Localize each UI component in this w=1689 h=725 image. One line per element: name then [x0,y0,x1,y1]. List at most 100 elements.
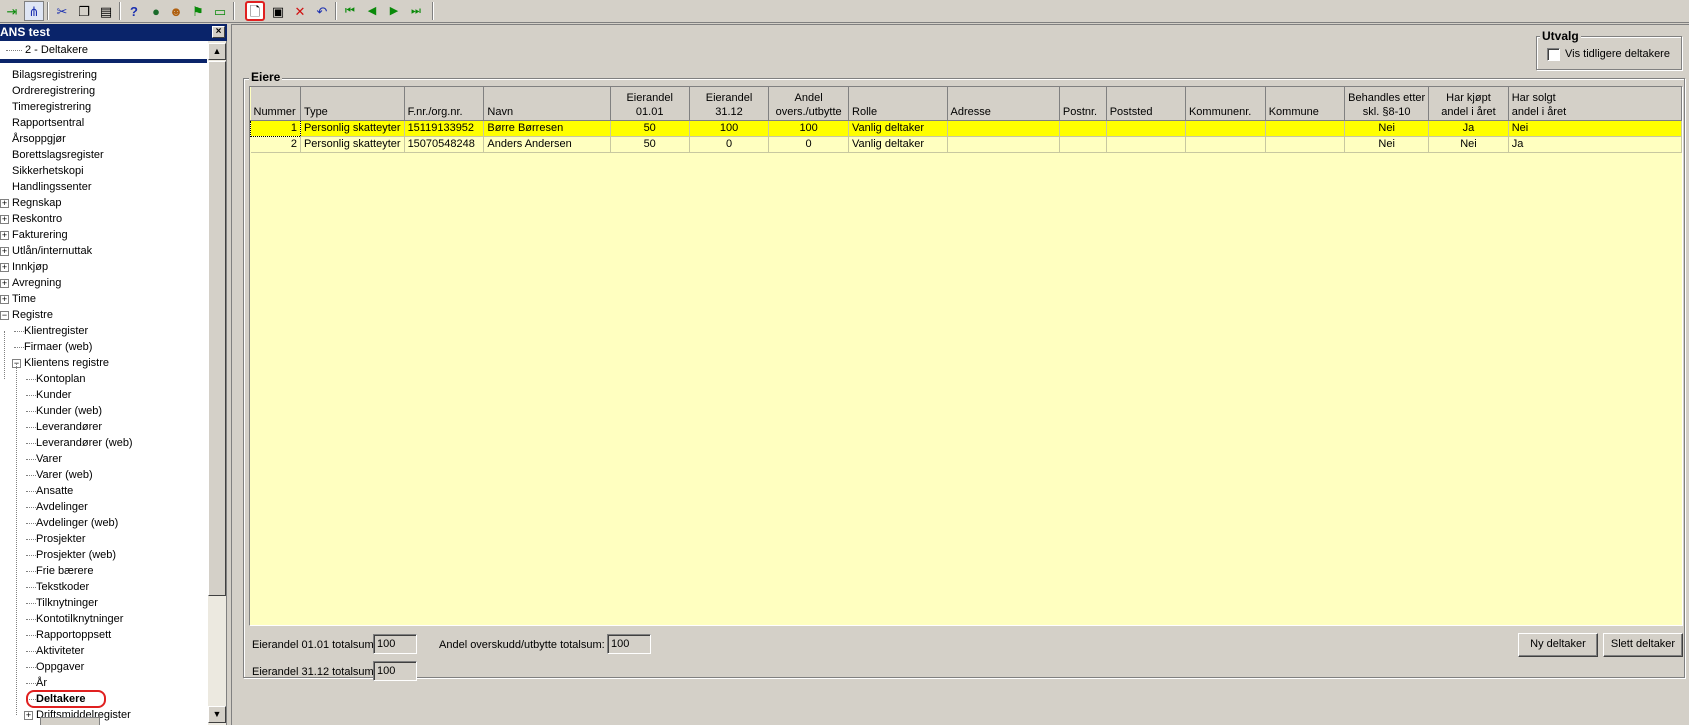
table-cell[interactable]: Ja [1508,136,1683,153]
tree-expander-icon[interactable]: + [0,279,9,288]
close-icon[interactable]: × [212,26,225,38]
tree-item-prosjekter-web-[interactable]: Prosjekter (web) [36,547,116,563]
login-arrow-icon[interactable]: ⇥ [2,1,22,21]
table-cell[interactable] [1106,136,1186,153]
delete-x-icon[interactable]: ✕ [290,1,310,21]
column-header-nummer[interactable]: Nummer [250,87,301,121]
slett-deltaker-button[interactable]: Slett deltaker [1603,633,1683,657]
tree-item-rapportsentral[interactable]: Rapportsentral [12,115,84,131]
first-record-icon[interactable]: ⏮ [340,1,360,21]
tree-item-kunder-web-[interactable]: Kunder (web) [36,403,102,419]
column-header-kommunenr-[interactable]: Kommunenr. [1185,87,1266,121]
tree-item-rapportoppsett[interactable]: Rapportoppsett [36,627,111,643]
table-cell[interactable]: Børre Børresen [483,120,611,137]
table-cell[interactable] [947,136,1060,153]
tree-item-leverandører-web-[interactable]: Leverandører (web) [36,435,133,451]
column-header-andel-i-ret[interactable]: Har kjøpt andel i året [1428,87,1509,121]
tree-item-regnskap[interactable]: Regnskap [12,195,62,211]
tree-item-sikkerhetskopi[interactable]: Sikkerhetskopi [12,163,84,179]
paste-icon[interactable]: ▤ [96,1,116,21]
table-cell[interactable] [1185,120,1266,137]
tree-item-firmaer-web-[interactable]: Firmaer (web) [24,339,92,355]
save-disk-icon[interactable]: ▣ [268,1,288,21]
table-cell[interactable]: 50 [610,136,690,153]
table-cell[interactable]: 100 [689,120,770,137]
undo-icon[interactable]: ↶ [312,1,332,21]
table-cell[interactable]: 1 [250,119,301,137]
tree-expander-icon[interactable]: + [0,295,9,304]
tree-item-borettslagsregister[interactable]: Borettslagsregister [12,147,104,163]
column-header-poststed[interactable]: Poststed [1106,87,1186,121]
previous-record-icon[interactable]: ◀ [362,1,382,21]
scroll-up-icon[interactable]: ▲ [208,43,226,60]
tree-structure-icon[interactable]: ⋔ [24,1,44,21]
tree-item-aktiviteter[interactable]: Aktiviteter [36,643,84,659]
table-cell[interactable]: Nei [1508,120,1683,137]
column-header-navn[interactable]: Navn [483,87,611,121]
column-header-adresse[interactable]: Adresse [947,87,1060,121]
flags-icon[interactable]: ⚑ [188,1,208,21]
tree-expander-icon[interactable]: − [0,311,9,320]
scrollbar-thumb[interactable] [208,61,226,596]
table-cell[interactable] [1265,136,1346,153]
column-header-rolle[interactable]: Rolle [848,87,948,121]
table-row[interactable]: 1 Personlig skatteyter 15119133952 Børre Bø… [250,119,1683,137]
tree-expander-icon[interactable]: + [0,231,9,240]
tree-item-avdelinger[interactable]: Avdelinger [36,499,88,515]
column-header-f-nr-org-nr-[interactable]: F.nr./org.nr. [404,87,485,121]
table-cell[interactable]: Ja [1428,120,1509,137]
column-header-31-12[interactable]: Eierandel 31.12 [689,87,770,121]
new-document-icon[interactable]: 🗋 [245,1,265,21]
tree-item-fakturering[interactable]: Fakturering [12,227,68,243]
table-cell[interactable]: Nei [1344,136,1430,153]
tree-item-avdelinger-web-[interactable]: Avdelinger (web) [36,515,118,531]
tree-item-time[interactable]: Time [12,291,36,307]
column-header-type[interactable]: Type [300,87,405,121]
tree-item-utlån-internuttak[interactable]: Utlån/internuttak [12,243,92,259]
table-cell[interactable] [1106,120,1186,137]
tree-expander-icon[interactable]: + [0,215,9,224]
tree-item-bilagsregistrering[interactable]: Bilagsregistrering [12,67,97,83]
copy-icon[interactable]: ❐ [74,1,94,21]
tree-expander-icon[interactable]: + [0,247,9,256]
table-cell[interactable]: 0 [768,136,850,153]
table-cell[interactable]: 100 [768,120,850,137]
tree-item-årsoppgjør[interactable]: Årsoppgjør [12,131,66,147]
tree-item-kontoplan[interactable]: Kontoplan [36,371,86,387]
tree-item-ansatte[interactable]: Ansatte [36,483,73,499]
vis-tidligere-checkbox[interactable] [1547,48,1560,61]
tree-item-kontotilknytninger[interactable]: Kontotilknytninger [36,611,123,627]
column-header-skl-8-10[interactable]: Behandles etter skl. §8-10 [1344,87,1430,121]
tree-expander-icon[interactable]: + [24,711,33,720]
module-selector[interactable]: 2 - Deltakere [0,41,207,59]
table-cell[interactable]: 15119133952 [404,120,485,137]
table-cell[interactable]: Personlig skatteyter [300,120,405,137]
tree-item-registre[interactable]: Registre [12,307,53,323]
table-row[interactable]: 2 Personlig skatteyter 15070548248 Anders A… [250,136,1683,153]
tree-item-handlingssenter[interactable]: Handlingssenter [12,179,92,195]
table-cell[interactable]: Nei [1344,120,1430,137]
table-cell[interactable] [947,120,1060,137]
column-header-andel-i-ret[interactable]: Har solgt andel i året [1508,87,1683,121]
table-cell[interactable]: Vanlig deltaker [848,136,948,153]
tree-item-klientens-registre[interactable]: Klientens registre [24,355,109,371]
tree-item-leverandører[interactable]: Leverandører [36,419,102,435]
tree-item-innkjøp[interactable]: Innkjøp [12,259,48,275]
tree-item-oppgaver[interactable]: Oppgaver [36,659,84,675]
vis-tidligere-label[interactable]: Vis tidligere deltakere [1565,47,1670,61]
table-cell[interactable]: 0 [689,136,770,153]
next-record-icon[interactable]: ▶ [384,1,404,21]
tree-item-tilknytninger[interactable]: Tilknytninger [36,595,98,611]
scissors-icon[interactable]: ✂ [52,1,72,21]
tree-item-varer-web-[interactable]: Varer (web) [36,467,93,483]
table-cell[interactable]: Vanlig deltaker [848,120,948,137]
table-cell[interactable]: Anders Andersen [483,136,611,153]
tree-item-timeregistrering[interactable]: Timeregistrering [12,99,91,115]
help-icon[interactable]: ? [124,1,144,21]
tree-expander-icon[interactable]: + [0,199,9,208]
comment-icon[interactable]: ▭ [210,1,230,21]
tree-item-kunder[interactable]: Kunder [36,387,71,403]
users-icon[interactable]: ☻ [166,1,186,21]
table-cell[interactable] [1059,136,1107,153]
tree-item-reskontro[interactable]: Reskontro [12,211,62,227]
